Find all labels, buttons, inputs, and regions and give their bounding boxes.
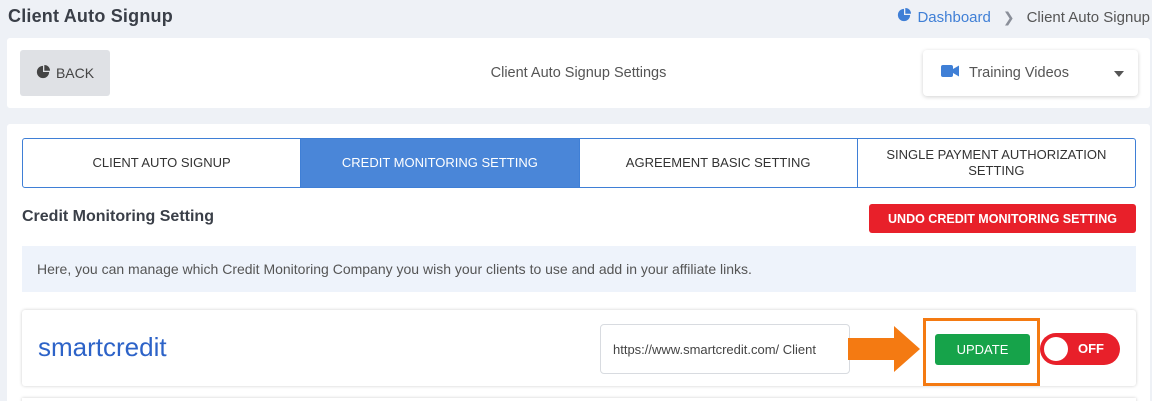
breadcrumb: Dashboard ❯ Client Auto Signup (897, 8, 1150, 26)
toggle-label: OFF (1078, 341, 1104, 356)
training-videos-dropdown[interactable]: Training Videos (923, 50, 1138, 96)
breadcrumb-dashboard-label: Dashboard (917, 8, 991, 26)
training-videos-label: Training Videos (969, 65, 1069, 81)
pie-chart-icon (897, 8, 912, 26)
company-name: smartcredit (38, 332, 167, 362)
toggle-knob (1044, 337, 1068, 361)
tab-client-auto-signup[interactable]: CLIENT AUTO SIGNUP (23, 139, 302, 187)
section-title: Credit Monitoring Setting (22, 208, 214, 225)
update-button[interactable]: UPDATE (935, 334, 1030, 365)
settings-card: CLIENT AUTO SIGNUP CREDIT MONITORING SET… (7, 124, 1150, 401)
undo-credit-monitoring-button[interactable]: UNDO CREDIT MONITORING SETTING (869, 204, 1136, 233)
on-off-toggle[interactable]: OFF (1040, 333, 1120, 365)
settings-tabs: CLIENT AUTO SIGNUP CREDIT MONITORING SET… (22, 138, 1136, 188)
tab-agreement-basic-setting[interactable]: AGREEMENT BASIC SETTING (580, 139, 858, 187)
chevron-right-icon: ❯ (1002, 8, 1015, 25)
tab-credit-monitoring-setting[interactable]: CREDIT MONITORING SETTING (301, 139, 580, 187)
orange-arrow-icon (848, 326, 920, 372)
top-toolbar-card: BACK Client Auto Signup Settings Trainin… (7, 38, 1150, 108)
video-camera-icon (941, 65, 959, 81)
breadcrumb-dashboard-link[interactable]: Dashboard (897, 8, 991, 26)
caret-down-icon (1114, 65, 1124, 81)
company-row-smartcredit: smartcredit UPDATE OFF (22, 310, 1136, 386)
page-title: Client Auto Signup (8, 6, 173, 26)
breadcrumb-current: Client Auto Signup (1026, 8, 1150, 26)
affiliate-url-input[interactable] (600, 324, 850, 374)
info-message: Here, you can manage which Credit Monito… (22, 246, 1136, 292)
tab-single-payment-authorization-setting[interactable]: SINGLE PAYMENT AUTHORIZATION SETTING (858, 139, 1135, 187)
